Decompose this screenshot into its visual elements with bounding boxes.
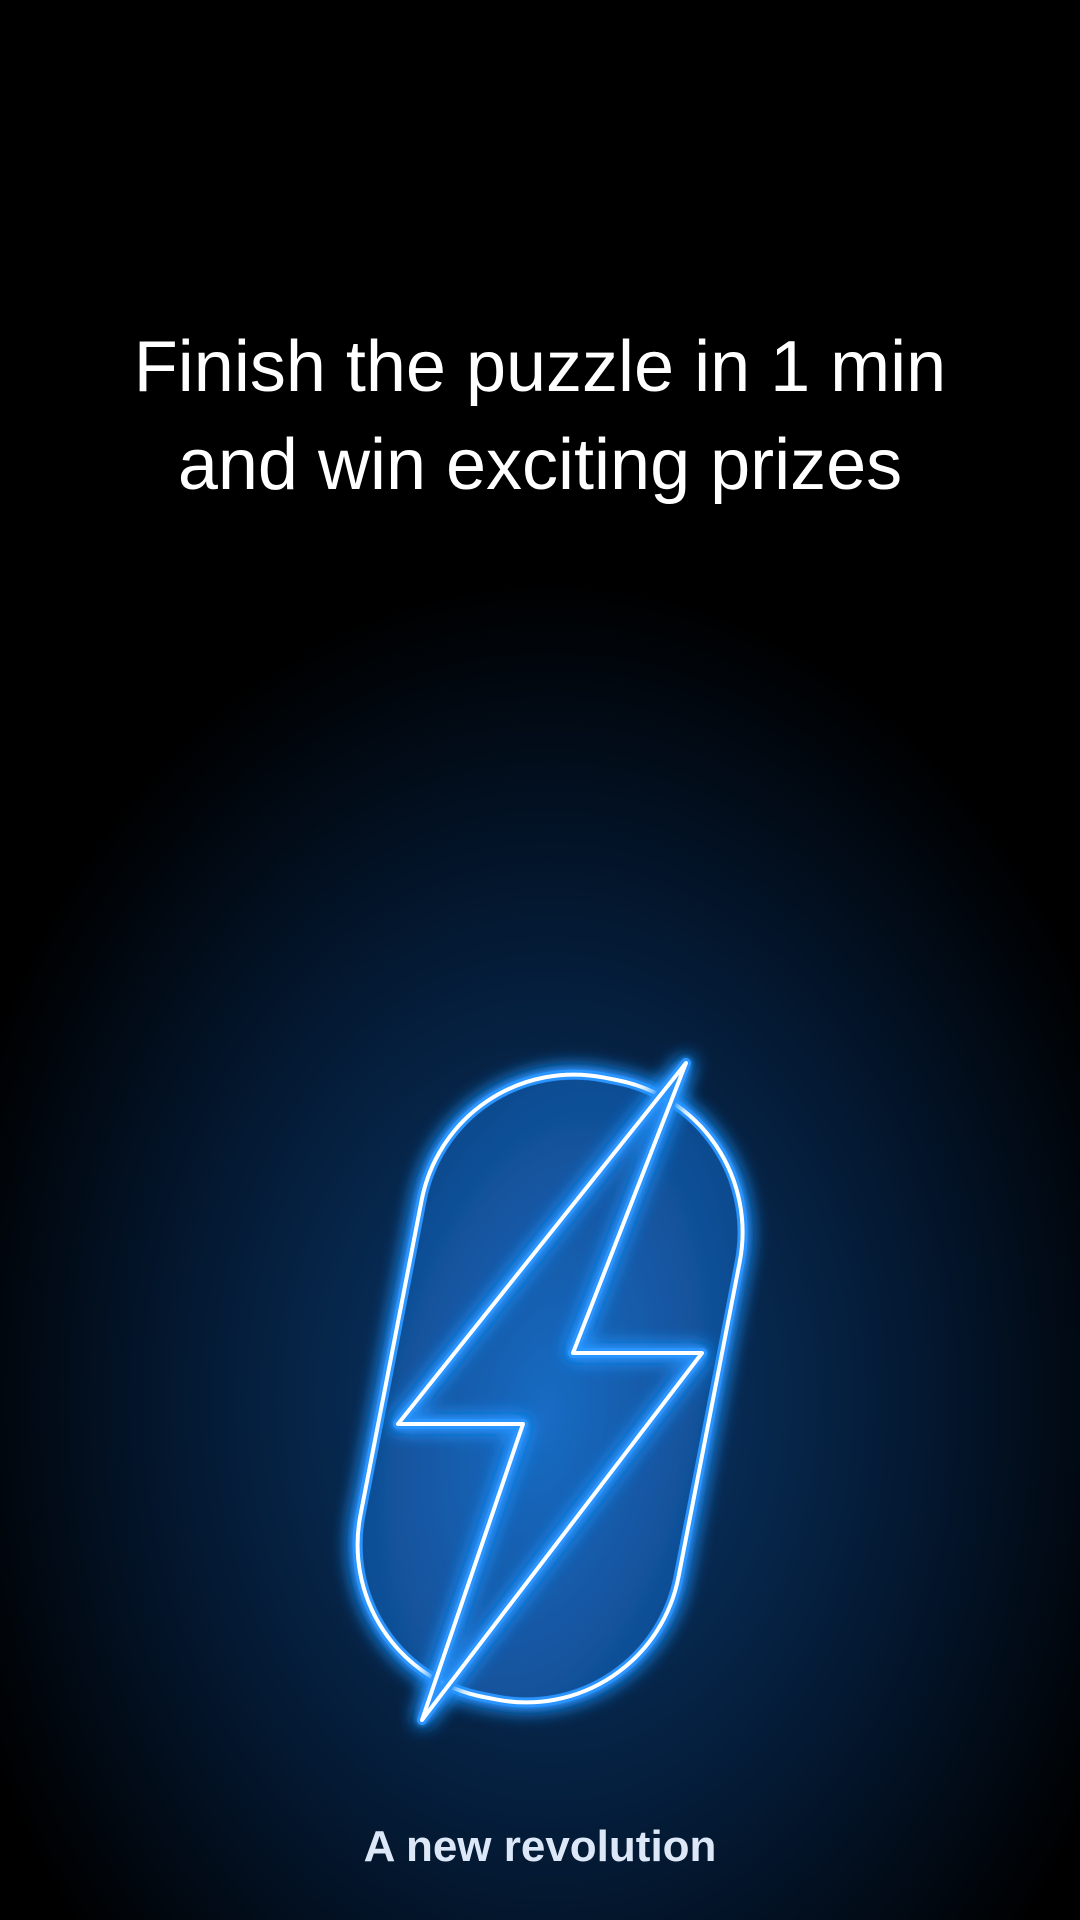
pill-outline [352,1069,748,1708]
tagline: A new revolution [363,1822,717,1871]
lightning-bolt-pill-icon [352,1058,748,1725]
